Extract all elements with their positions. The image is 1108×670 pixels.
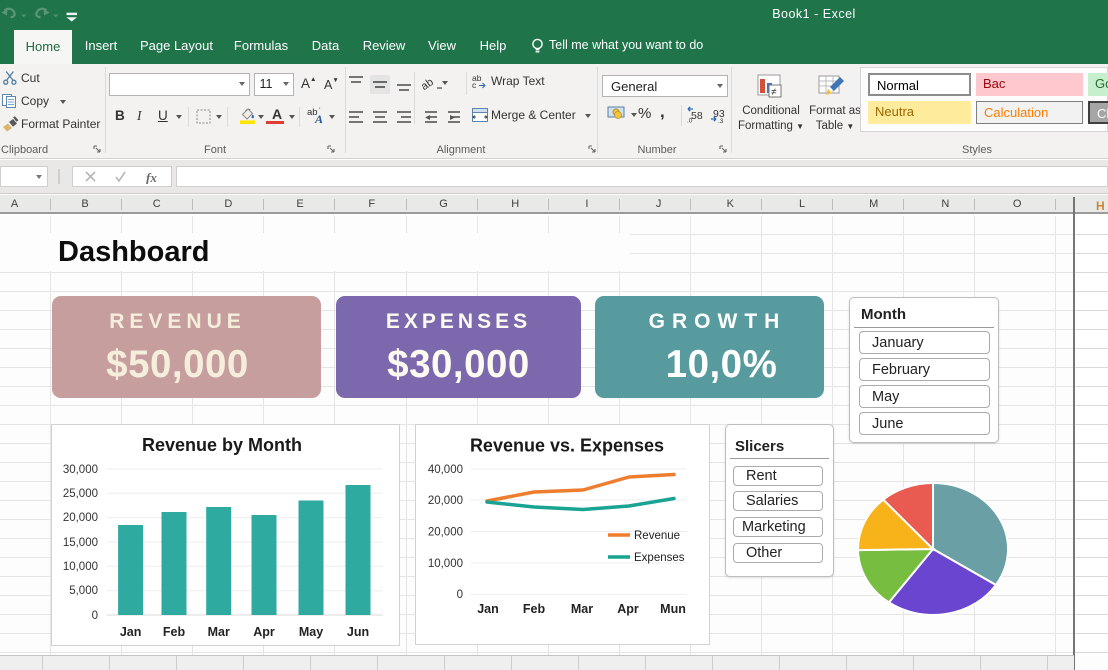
svg-text:10,000: 10,000	[63, 561, 98, 573]
svg-text:10,000: 10,000	[428, 558, 463, 570]
svg-text:Mar: Mar	[571, 602, 593, 616]
svg-text:15,000: 15,000	[63, 537, 98, 549]
svg-text:40,000: 40,000	[428, 464, 463, 476]
svg-text:ab: ab	[419, 76, 436, 93]
svg-text:Mun: Mun	[660, 602, 686, 616]
svg-text:Feb: Feb	[163, 625, 186, 639]
svg-text:20,000: 20,000	[63, 512, 98, 524]
svg-text:Expenses: Expenses	[634, 552, 685, 564]
svg-text:0: 0	[92, 610, 98, 622]
svg-text:5,000: 5,000	[69, 585, 98, 597]
svg-text:Apr: Apr	[617, 602, 639, 616]
svg-text:25,000: 25,000	[63, 488, 98, 500]
svg-text:A: A	[314, 112, 323, 124]
svg-text:Feb: Feb	[523, 602, 546, 616]
svg-text:0: 0	[457, 589, 463, 601]
svg-text:Apr: Apr	[253, 625, 275, 639]
svg-text:.0: .0	[687, 118, 693, 124]
svg-text:20,000: 20,000	[428, 495, 463, 507]
svg-text:30,000: 30,000	[63, 464, 98, 476]
svg-text:fx: fx	[146, 170, 157, 184]
svg-text:Revenue vs. Expenses: Revenue vs. Expenses	[470, 436, 664, 456]
svg-text:58: 58	[691, 110, 703, 122]
svg-text:Jun: Jun	[347, 625, 369, 639]
svg-text:Revenue: Revenue	[634, 530, 680, 542]
svg-text:May: May	[299, 625, 323, 639]
svg-text:Jan: Jan	[477, 602, 499, 616]
svg-text:Revenue by Month: Revenue by Month	[142, 435, 302, 455]
svg-text:Jan: Jan	[120, 625, 142, 639]
svg-text:20,000: 20,000	[428, 527, 463, 539]
svg-text:≠: ≠	[771, 87, 777, 98]
svg-text:Mar: Mar	[208, 625, 230, 639]
svg-text:.3: .3	[718, 118, 724, 123]
